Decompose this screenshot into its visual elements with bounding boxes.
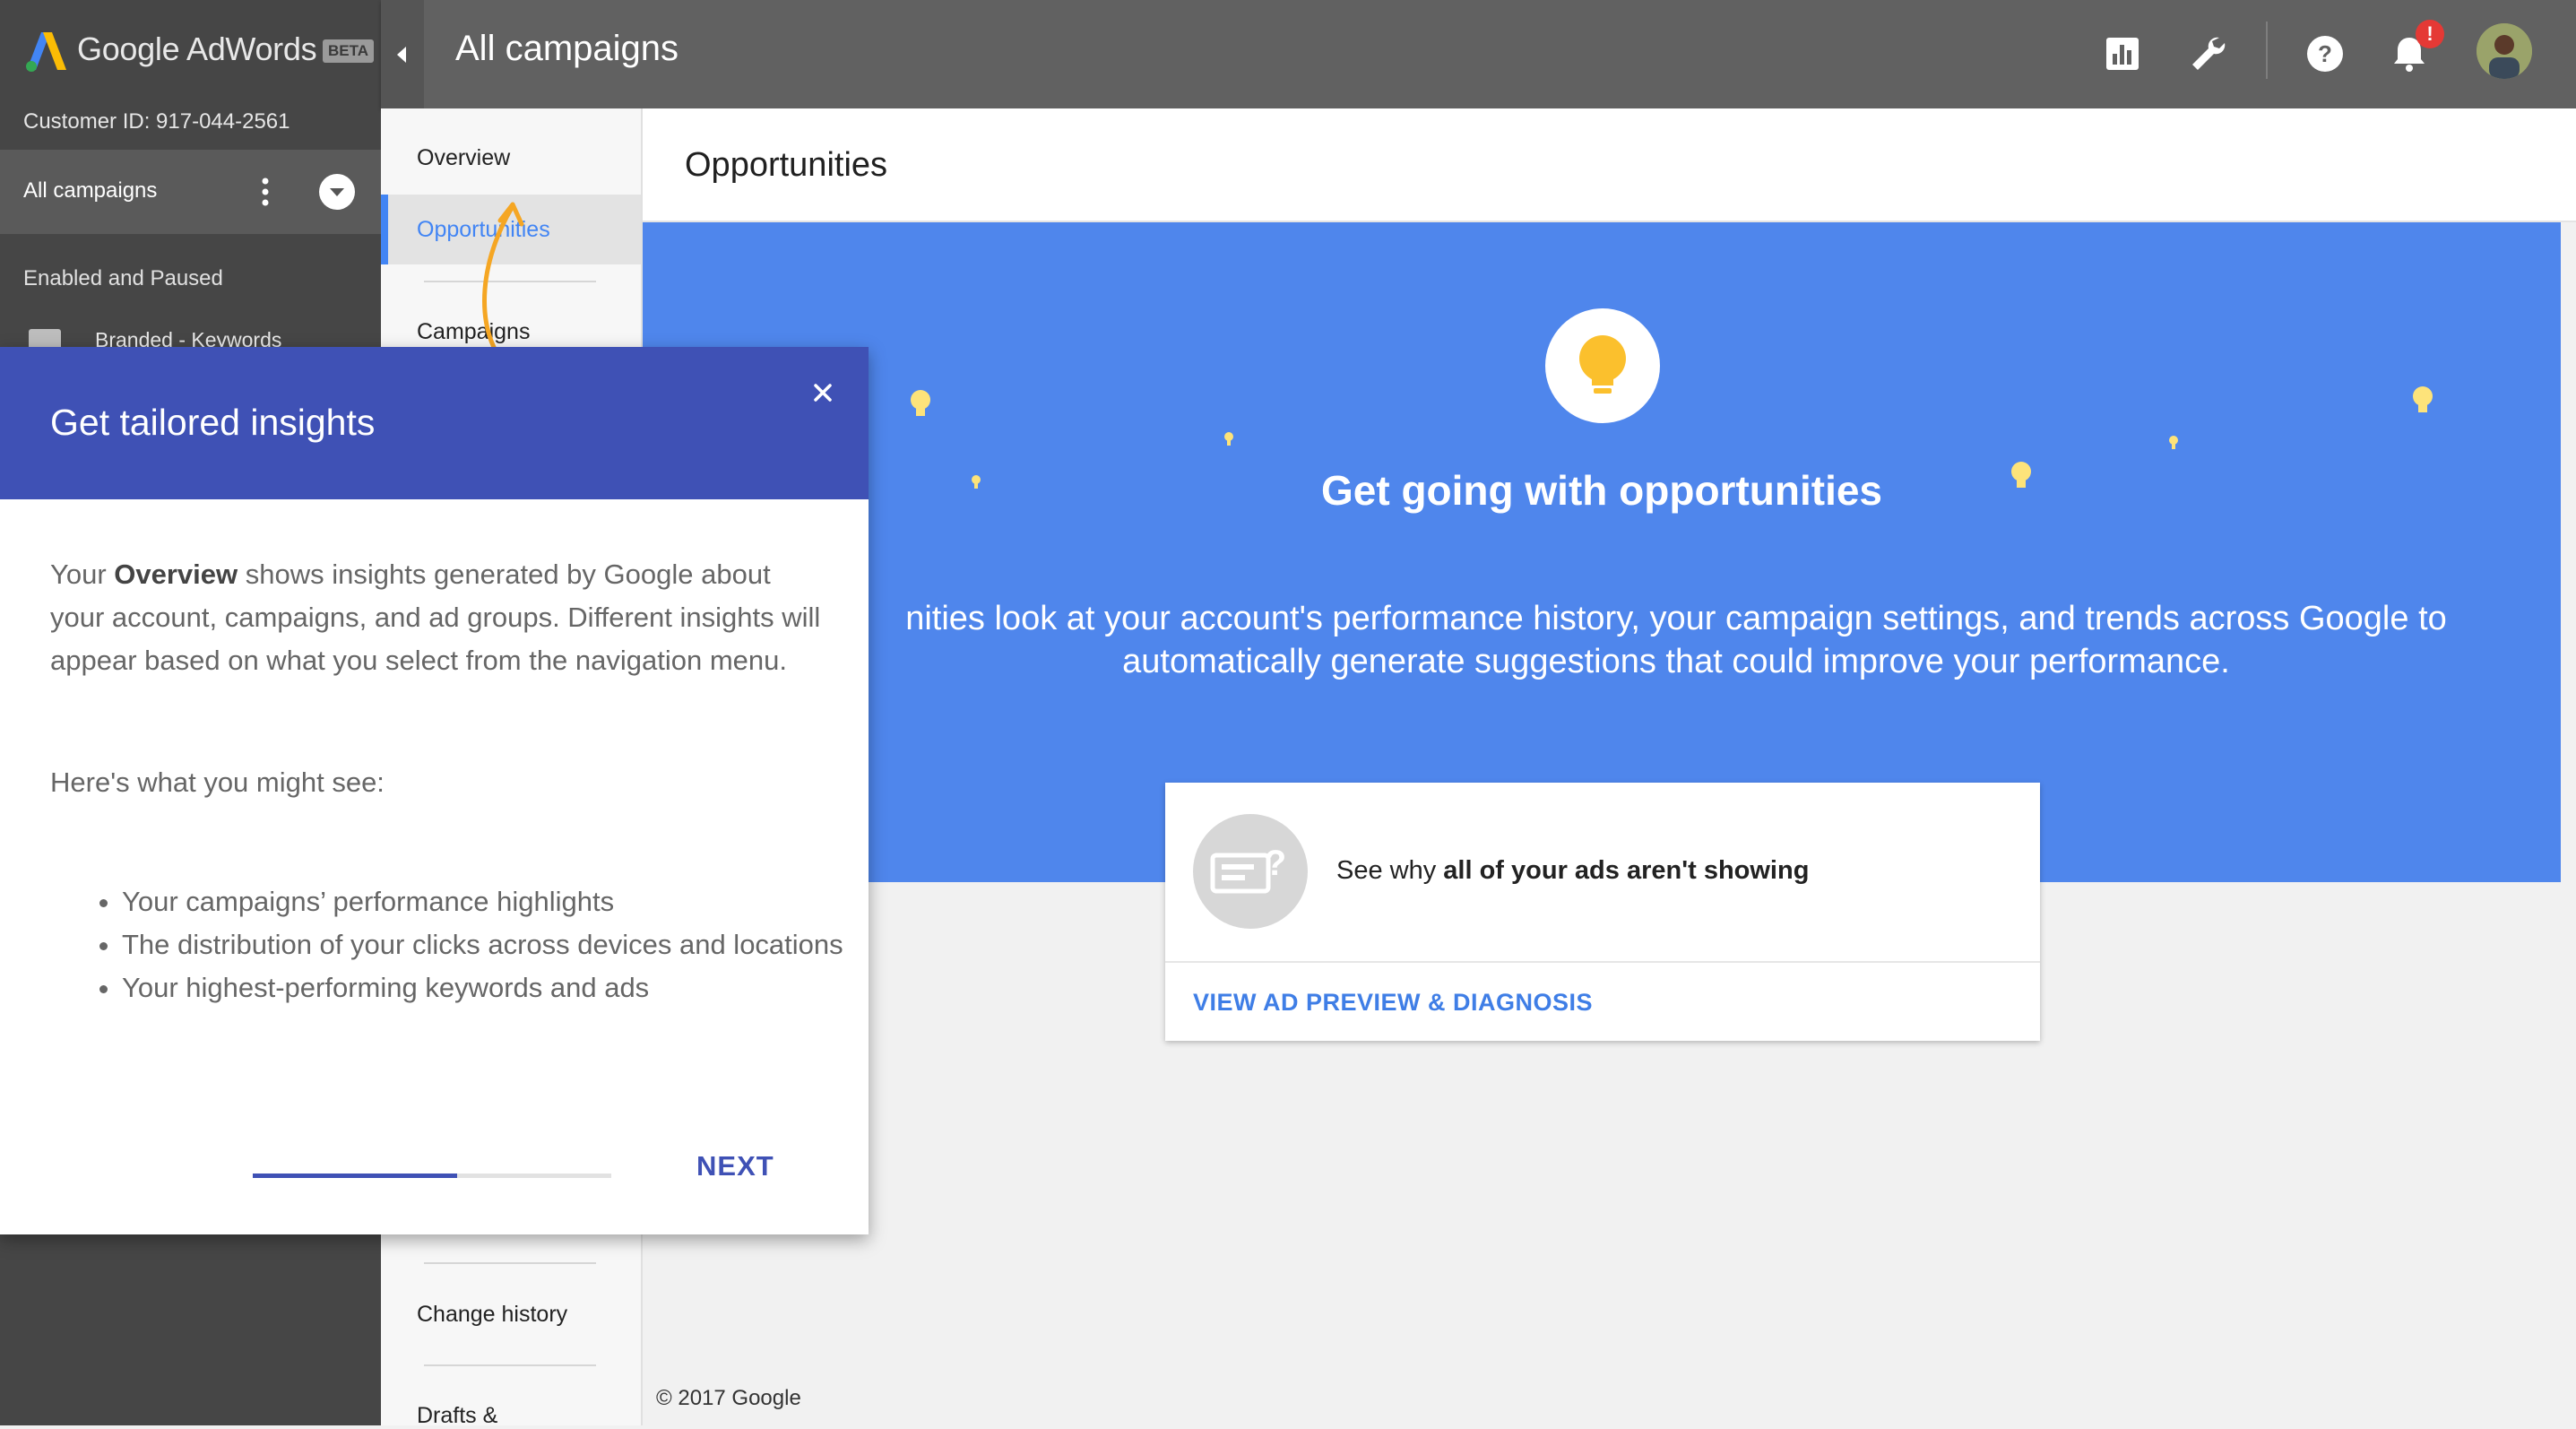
- footer-copyright: © 2017 Google: [656, 1386, 801, 1410]
- view-ad-preview-link[interactable]: VIEW AD PREVIEW & DIAGNOSIS: [1193, 989, 1593, 1017]
- card-message-bold: all of your ads aren't showing: [1443, 856, 1810, 885]
- customer-id: Customer ID: 917-044-2561: [23, 109, 290, 134]
- ad-question-icon: ?: [1210, 844, 1286, 894]
- adwords-logo-icon: [26, 32, 66, 72]
- page-nav-active-indicator: [381, 195, 388, 264]
- lightbulb-icon: [2169, 436, 2178, 449]
- page-nav-divider: [424, 1364, 596, 1366]
- lightbulb-badge: [1545, 308, 1660, 423]
- next-button[interactable]: NEXT: [696, 1150, 774, 1182]
- dropdown-button[interactable]: [319, 174, 355, 210]
- banner-description: nities look at your account's performanc…: [905, 600, 2447, 680]
- reports-icon[interactable]: [2097, 29, 2148, 79]
- avatar[interactable]: [2477, 23, 2532, 79]
- dialog-subheading: Here's what you might see:: [50, 766, 385, 798]
- brand-name: Google AdWords: [77, 30, 317, 67]
- card-divider: [1165, 961, 2040, 963]
- help-icon[interactable]: ?: [2300, 29, 2350, 79]
- page-nav-item-overview[interactable]: Overview: [417, 145, 510, 171]
- ad-unknown-badge: ?: [1193, 814, 1308, 929]
- dialog-body-prefix: Your: [50, 559, 115, 590]
- lightbulb-icon: [2413, 386, 2433, 412]
- page-title: All campaigns: [455, 29, 679, 68]
- more-vert-icon[interactable]: [256, 176, 274, 208]
- top-bar: [381, 0, 2576, 108]
- dialog-body-bold: Overview: [114, 559, 238, 590]
- dialog-title: Get tailored insights: [50, 402, 376, 443]
- lightbulb-icon: [1579, 335, 1626, 394]
- banner-headline: Get going with opportunities: [1320, 467, 1883, 514]
- dialog-bullet-list: Your campaigns’ performance highlights T…: [50, 880, 893, 1009]
- collapse-sidebar-button[interactable]: [381, 0, 424, 108]
- svg-text:?: ?: [1265, 844, 1286, 883]
- main-title: Opportunities: [685, 146, 888, 184]
- close-icon[interactable]: [807, 377, 839, 409]
- lightbulb-icon: [911, 390, 930, 416]
- section-label-enabled-paused: Enabled and Paused: [23, 266, 223, 290]
- dialog-body-text: Your Overview shows insights generated b…: [50, 553, 821, 682]
- toolbar-divider: [2266, 22, 2268, 79]
- page-nav-item-change-history[interactable]: Change history: [417, 1302, 567, 1328]
- user-avatar-icon: [2477, 23, 2532, 79]
- notification-badge: !: [2416, 20, 2444, 48]
- page-nav-divider: [424, 1262, 596, 1264]
- chevron-down-icon: [330, 188, 344, 196]
- main-header: [643, 108, 2576, 222]
- chevron-left-icon: [397, 47, 406, 63]
- tour-progress-fill: [253, 1174, 457, 1178]
- scope-selector-label: All campaigns: [23, 178, 158, 203]
- lightbulb-icon: [1224, 432, 1233, 446]
- card-message-prefix: See why: [1336, 856, 1444, 885]
- beta-badge: BETA: [323, 39, 375, 63]
- list-item: Your highest-performing keywords and ads: [122, 966, 893, 1009]
- list-item: The distribution of your clicks across d…: [122, 923, 893, 966]
- svg-text:?: ?: [2318, 40, 2332, 67]
- list-item: Your campaigns’ performance highlights: [122, 880, 893, 923]
- tools-wrench-icon[interactable]: [2183, 29, 2234, 79]
- card-message: See why all of your ads aren't showing: [1336, 856, 1809, 886]
